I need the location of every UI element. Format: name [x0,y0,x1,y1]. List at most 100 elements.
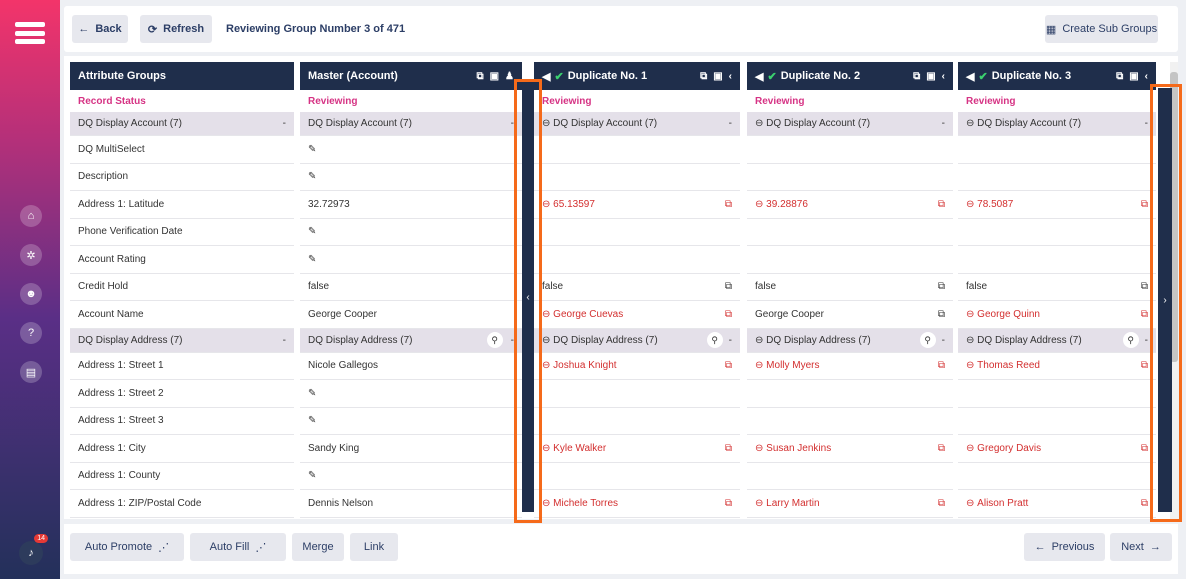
auto-promote-button[interactable]: Auto Promote ⋰ [70,533,184,561]
copy-icon[interactable]: ⧉ [938,443,945,454]
value-row[interactable]: George Cooper ⧉ [747,301,953,329]
copy-icon[interactable]: ⧉ [913,71,920,82]
promote-arrow-icon[interactable]: ⊖ [542,309,550,320]
group-header[interactable]: ⊖ DQ Display Address (7) ⚲ - [747,328,953,353]
chevron-left-icon[interactable]: ‹ [1145,71,1148,82]
copy-icon[interactable]: ⧉ [725,498,732,509]
map-pin-icon[interactable]: ⚲ [706,332,723,348]
value-row[interactable]: false ⧉ [747,274,953,301]
group-header[interactable]: DQ Display Account (7) - [70,112,294,136]
group-header[interactable]: ⊖ DQ Display Account (7) - [958,112,1156,136]
value-row[interactable]: false ⧉ [958,274,1156,301]
edit-pencil-icon[interactable]: ✎ [308,144,316,155]
promote-arrow-icon[interactable]: ⊖ [755,360,763,371]
value-row[interactable]: ⊖ Thomas Reed ⧉ [958,353,1156,380]
value-row[interactable]: ⊖ Kyle Walker ⧉ [534,435,740,463]
map-pin-icon[interactable]: ⚲ [919,332,936,348]
group-header[interactable]: ⊖ DQ Display Address (7) ⚲ - [534,328,740,353]
group-header[interactable]: DQ Display Address (7) ⚲ - [300,328,522,353]
copy-icon[interactable]: ⧉ [725,360,732,371]
value-row[interactable]: ⊖ Michele Torres ⧉ [534,490,740,518]
copy-icon[interactable]: ⧉ [1141,199,1148,210]
promote-arrow-icon[interactable]: ⊖ [542,335,550,346]
value-row[interactable]: ⊖ 39.28876 ⧉ [747,191,953,219]
value-row[interactable]: Sandy King [300,435,522,463]
copy-icon[interactable]: ⧉ [938,498,945,509]
promote-arrow-icon[interactable]: ⊖ [966,118,974,129]
chat-icon[interactable]: ▤ [20,361,42,383]
refresh-button[interactable]: ⟳ Refresh [140,15,212,43]
promote-arrow-icon[interactable]: ⊖ [755,118,763,129]
copy-icon[interactable]: ⧉ [1141,360,1148,371]
merge-button[interactable]: Merge [292,533,344,561]
copy-icon[interactable]: ⧉ [725,309,732,320]
collapse-icon[interactable]: - [283,118,286,129]
copy-icon[interactable]: ⧉ [700,71,707,82]
promote-arrow-icon[interactable]: ⊖ [966,443,974,454]
edit-pencil-icon[interactable]: ✎ [308,388,316,399]
copy-icon[interactable]: ⧉ [938,199,945,210]
back-circle-icon[interactable]: ◀ [966,70,974,83]
copy-icon[interactable]: ⧉ [1141,443,1148,454]
map-pin-icon[interactable]: ⚲ [1122,332,1139,348]
copy-icon[interactable]: ⧉ [1141,281,1148,292]
user-icon[interactable]: ♟ [505,71,514,82]
user-settings-icon[interactable]: ☻ [20,283,42,305]
edit-pencil-icon[interactable]: ✎ [308,415,316,426]
promote-arrow-icon[interactable]: ⊖ [966,199,974,210]
previous-button[interactable]: ← Previous [1024,533,1105,561]
promote-arrow-icon[interactable]: ⊖ [755,443,763,454]
group-header[interactable]: DQ Display Address (7) - [70,328,294,353]
promote-arrow-icon[interactable]: ⊖ [966,309,974,320]
copy-icon[interactable]: ⧉ [476,71,483,82]
value-row[interactable]: ✎ [300,219,522,246]
link-button[interactable]: Link [350,533,398,561]
value-row[interactable]: ⊖ Alison Pratt ⧉ [958,490,1156,518]
value-row[interactable]: ⊖ George Cuevas ⧉ [534,301,740,329]
card-icon[interactable]: ▣ [490,71,499,82]
group-header[interactable]: ⊖ DQ Display Account (7) - [534,112,740,136]
group-header[interactable]: ⊖ DQ Display Account (7) - [747,112,953,136]
copy-icon[interactable]: ⧉ [725,443,732,454]
next-button[interactable]: Next → [1110,533,1172,561]
value-row[interactable]: ⊖ Susan Jenkins ⧉ [747,435,953,463]
copy-icon[interactable]: ⧉ [938,309,945,320]
auto-fill-button[interactable]: Auto Fill ⋰ [190,533,286,561]
value-row[interactable]: George Cooper [300,301,522,329]
value-row[interactable]: false ⧉ [534,274,740,301]
copy-icon[interactable]: ⧉ [1116,71,1123,82]
edit-pencil-icon[interactable]: ✎ [308,254,316,265]
value-row[interactable]: ✎ [300,246,522,274]
copy-icon[interactable]: ⧉ [1141,498,1148,509]
value-row[interactable]: ✎ [300,136,522,164]
value-row[interactable]: ✎ [300,463,522,490]
promote-arrow-icon[interactable]: ⊖ [542,498,550,509]
copy-icon[interactable]: ⧉ [725,199,732,210]
copy-icon[interactable]: ⧉ [938,281,945,292]
edit-pencil-icon[interactable]: ✎ [308,171,316,182]
promote-arrow-icon[interactable]: ⊖ [966,360,974,371]
create-sub-groups-button[interactable]: ▦ Create Sub Groups [1045,15,1158,43]
value-row[interactable]: ⊖ George Quinn ⧉ [958,301,1156,329]
card-icon[interactable]: ▣ [926,71,935,82]
copy-icon[interactable]: ⧉ [938,360,945,371]
value-row[interactable]: ✎ [300,164,522,191]
promote-arrow-icon[interactable]: ⊖ [755,199,763,210]
edit-pencil-icon[interactable]: ✎ [308,470,316,481]
app-logo-icon[interactable] [15,22,45,44]
value-row[interactable]: Dennis Nelson [300,490,522,518]
edit-pencil-icon[interactable]: ✎ [308,226,316,237]
copy-icon[interactable]: ⧉ [1141,309,1148,320]
value-row[interactable]: ⊖ Gregory Davis ⧉ [958,435,1156,463]
card-icon[interactable]: ▣ [713,71,722,82]
promote-arrow-icon[interactable]: ⊖ [542,360,550,371]
value-row[interactable]: 32.72973 [300,191,522,219]
promote-arrow-icon[interactable]: ⊖ [966,335,974,346]
promote-arrow-icon[interactable]: ⊖ [966,498,974,509]
value-row[interactable]: false [300,274,522,301]
back-circle-icon[interactable]: ◀ [755,70,763,83]
collapse-icon[interactable]: - [283,335,286,346]
promote-arrow-icon[interactable]: ⊖ [542,443,550,454]
value-row[interactable]: ✎ [300,380,522,408]
value-row[interactable]: ⊖ 65.13597 ⧉ [534,191,740,219]
